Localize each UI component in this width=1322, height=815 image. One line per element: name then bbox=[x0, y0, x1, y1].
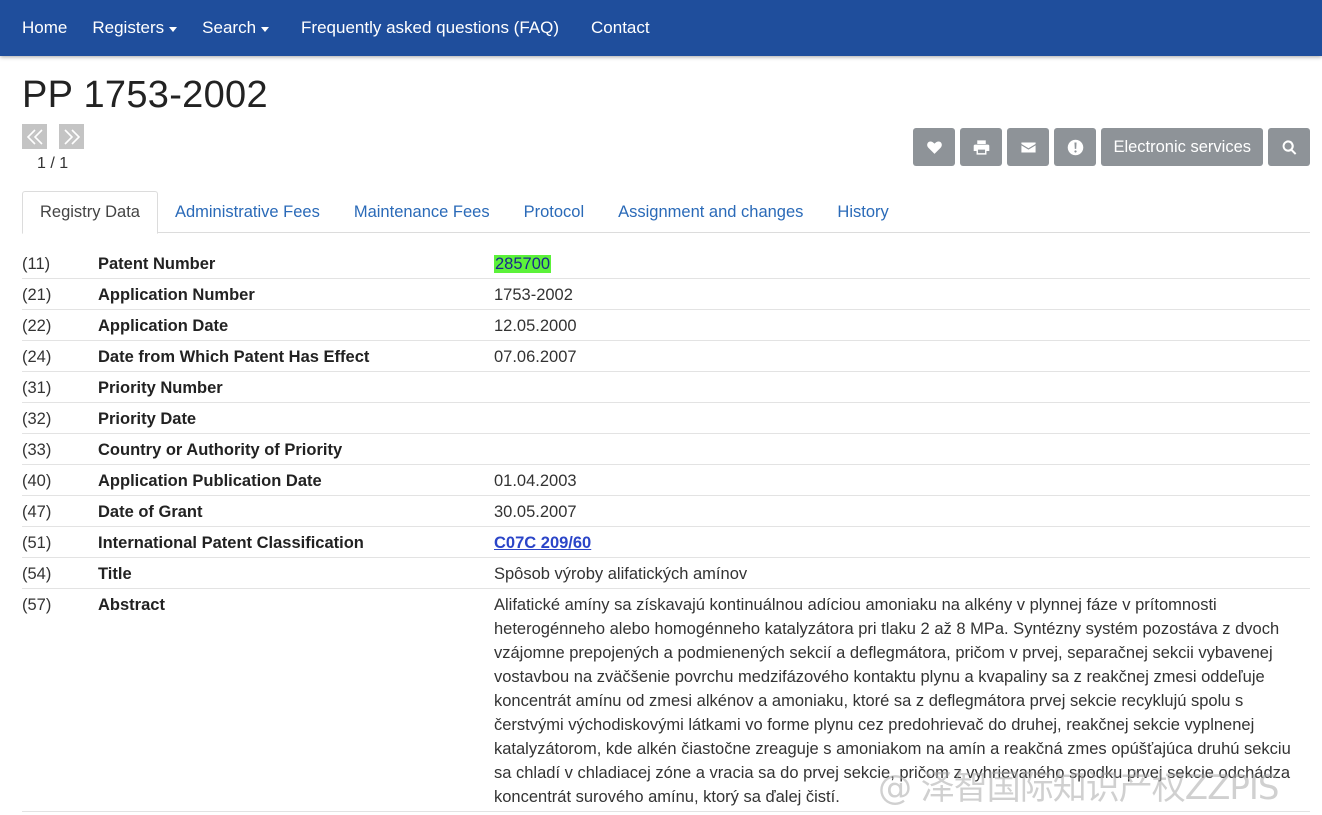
field-label: Abstract bbox=[98, 596, 165, 614]
caret-down-icon bbox=[169, 26, 178, 32]
field-value: Spôsob výroby alifatických amínov bbox=[494, 565, 748, 583]
table-row: (33) Country or Authority of Priority bbox=[22, 434, 1310, 465]
tab-history[interactable]: History bbox=[820, 191, 905, 233]
tab-bar: Registry Data Administrative Fees Mainte… bbox=[22, 191, 1310, 234]
field-value bbox=[494, 407, 1310, 431]
field-value: 07.06.2007 bbox=[494, 348, 577, 366]
nav-home[interactable]: Home bbox=[22, 18, 67, 38]
field-label: Title bbox=[98, 565, 132, 583]
field-value: C07C 209/60 bbox=[494, 531, 1310, 555]
field-value: 1753-2002 bbox=[494, 286, 573, 304]
inid-code: (31) bbox=[22, 379, 52, 397]
nav-registers[interactable]: Registers bbox=[92, 18, 178, 38]
table-row: (47) Date of Grant 30.05.2007 bbox=[22, 496, 1310, 527]
inid-code: (47) bbox=[22, 503, 52, 521]
tab-protocol[interactable]: Protocol bbox=[507, 191, 602, 233]
field-value bbox=[494, 438, 1310, 462]
table-row: (32) Priority Date bbox=[22, 403, 1310, 434]
heart-icon bbox=[927, 140, 942, 154]
field-label: Application Date bbox=[98, 317, 229, 335]
inid-code: (21) bbox=[22, 286, 52, 304]
field-label: Date from Which Patent Has Effect bbox=[98, 348, 370, 366]
table-row: (51) International Patent Classification… bbox=[22, 527, 1310, 558]
field-label: International Patent Classification bbox=[98, 534, 364, 552]
double-chevron-right-icon bbox=[63, 128, 80, 145]
inid-code: (51) bbox=[22, 534, 52, 552]
page-title: PP 1753-2002 bbox=[22, 74, 268, 116]
table-row: (24) Date from Which Patent Has Effect 0… bbox=[22, 341, 1310, 372]
favorite-button[interactable] bbox=[913, 128, 956, 166]
top-navbar: Home Registers Search Frequently asked q… bbox=[0, 0, 1322, 56]
field-label: Country or Authority of Priority bbox=[98, 441, 343, 459]
next-record-button[interactable] bbox=[59, 124, 84, 149]
caret-down-icon bbox=[261, 26, 270, 32]
field-value: 285700 bbox=[494, 252, 1310, 276]
pager-count: 1 / 1 bbox=[37, 155, 69, 172]
ipc-classification-link[interactable]: C07C 209/60 bbox=[494, 534, 591, 552]
nav-faq[interactable]: Frequently asked questions (FAQ) bbox=[301, 18, 559, 38]
print-button[interactable] bbox=[960, 128, 1003, 166]
exclamation-circle-icon bbox=[1067, 139, 1084, 155]
field-value: 01.04.2003 bbox=[494, 472, 577, 490]
inid-code: (11) bbox=[22, 255, 51, 273]
email-button[interactable] bbox=[1007, 128, 1050, 166]
table-row: (57) Abstract Alifatické amíny sa získav… bbox=[22, 589, 1310, 812]
table-row: (54) Title Spôsob výroby alifatických am… bbox=[22, 558, 1310, 589]
nav-search-label: Search bbox=[202, 18, 257, 37]
table-row: (40) Application Publication Date 01.04.… bbox=[22, 465, 1310, 496]
inid-code: (22) bbox=[22, 317, 52, 335]
nav-registers-label: Registers bbox=[92, 18, 165, 37]
table-row: (21) Application Number 1753-2002 bbox=[22, 279, 1310, 310]
field-label: Patent Number bbox=[98, 255, 216, 273]
field-label: Date of Grant bbox=[98, 503, 203, 521]
nav-contact[interactable]: Contact bbox=[591, 18, 650, 38]
tab-assignment-and-changes[interactable]: Assignment and changes bbox=[601, 191, 820, 233]
inid-code: (54) bbox=[22, 565, 52, 583]
electronic-services-button[interactable]: Electronic services bbox=[1101, 128, 1263, 166]
tab-administrative-fees[interactable]: Administrative Fees bbox=[158, 191, 337, 233]
patent-number-value: 285700 bbox=[494, 255, 552, 273]
action-toolbar: Electronic services bbox=[913, 128, 1310, 166]
previous-record-button[interactable] bbox=[22, 124, 47, 149]
printer-icon bbox=[973, 139, 990, 155]
field-label: Application Publication Date bbox=[98, 472, 322, 490]
inid-code: (32) bbox=[22, 410, 52, 428]
field-value: 12.05.2000 bbox=[494, 317, 577, 335]
nav-search[interactable]: Search bbox=[202, 18, 270, 38]
search-icon bbox=[1282, 139, 1296, 155]
field-value: 30.05.2007 bbox=[494, 503, 577, 521]
inid-code: (33) bbox=[22, 441, 52, 459]
registry-data-table: (11) Patent Number 285700 (21) Applicati… bbox=[22, 248, 1310, 812]
tab-maintenance-fees[interactable]: Maintenance Fees bbox=[337, 191, 507, 233]
double-chevron-left-icon bbox=[26, 128, 43, 145]
inid-code: (57) bbox=[22, 596, 52, 614]
field-value bbox=[494, 376, 1310, 400]
field-label: Application Number bbox=[98, 286, 255, 304]
inid-code: (24) bbox=[22, 348, 52, 366]
search-button[interactable] bbox=[1268, 128, 1310, 166]
table-row: (11) Patent Number 285700 bbox=[22, 248, 1310, 279]
table-row: (22) Application Date 12.05.2000 bbox=[22, 310, 1310, 341]
abstract-text: Alifatické amíny sa získavajú kontinuáln… bbox=[494, 596, 1291, 806]
inid-code: (40) bbox=[22, 472, 52, 490]
report-button[interactable] bbox=[1054, 128, 1097, 166]
field-label: Priority Date bbox=[98, 410, 197, 428]
field-label: Priority Number bbox=[98, 379, 223, 397]
envelope-icon bbox=[1021, 142, 1036, 152]
table-row: (31) Priority Number bbox=[22, 372, 1310, 403]
tab-registry-data[interactable]: Registry Data bbox=[22, 191, 158, 234]
